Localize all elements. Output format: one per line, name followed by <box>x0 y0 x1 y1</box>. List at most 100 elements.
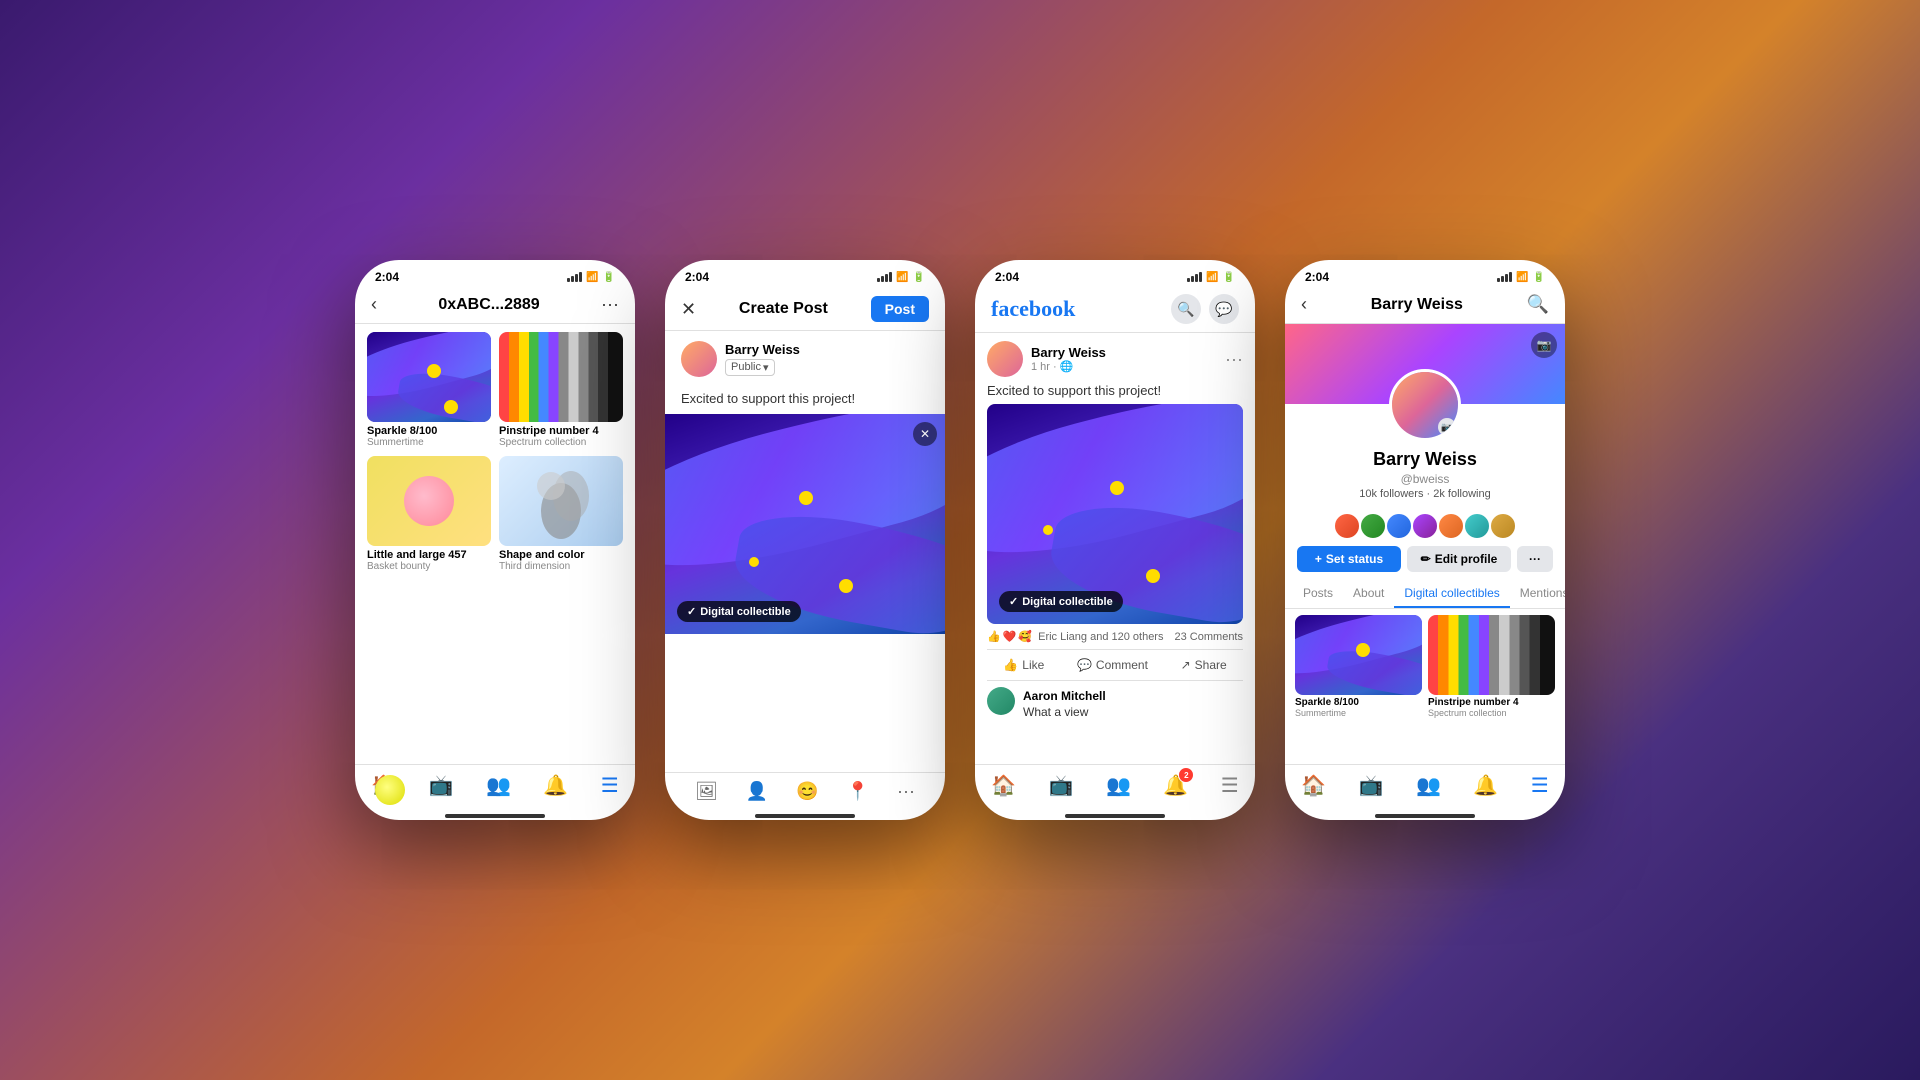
badge-label-2: Digital collectible <box>700 606 790 618</box>
home-indicator-2 <box>755 814 855 818</box>
footer-menu-4[interactable]: ☰ <box>1531 773 1549 798</box>
footer-video-3[interactable]: 📺 <box>1049 773 1074 798</box>
messenger-button-3[interactable]: 💬 <box>1209 294 1239 324</box>
footer-bell-1[interactable]: 🔔 <box>543 773 568 798</box>
feed-post-image: ✓ Digital collectible <box>987 404 1243 624</box>
nft-item-3d[interactable]: Shape and color Third dimension <box>499 456 623 572</box>
fb-feed-content: Barry Weiss 1 hr · 🌐 ··· Excited to supp… <box>975 333 1255 764</box>
nft-pinstripe-subtitle: Spectrum collection <box>499 437 623 448</box>
share-button[interactable]: ↗ Share <box>1173 654 1235 676</box>
status-bar-4: 2:04 📶 🔋 <box>1285 260 1565 288</box>
status-icons-4: 📶 🔋 <box>1497 272 1545 283</box>
location-button[interactable]: 📍 <box>847 781 869 802</box>
post-author: Barry Weiss Public ▾ <box>665 331 945 387</box>
comment-icon: 💬 <box>1077 658 1092 672</box>
reaction-icons: 👍 ❤️ 🥰 Eric Liang and 120 others <box>987 630 1163 643</box>
footer-home-3[interactable]: 🏠 <box>991 773 1016 798</box>
phone-create-post: 2:04 📶 🔋 ✕ Create Post Post Barry Weiss … <box>665 260 945 820</box>
footer-home-4[interactable]: 🏠 <box>1301 773 1326 798</box>
footer-video-1[interactable]: 📺 <box>429 773 454 798</box>
nft-item-basket[interactable]: Little and large 457 Basket bounty <box>367 456 491 572</box>
footer-groups-4[interactable]: 👥 <box>1416 773 1441 798</box>
tab-digital-collectibles[interactable]: Digital collectibles <box>1394 580 1509 608</box>
back-button-1[interactable]: ‹ <box>371 294 377 315</box>
nft-grid: Sparkle 8/100 Summertime Pinstripe numbe… <box>355 324 635 580</box>
set-status-label: Set status <box>1326 552 1383 566</box>
battery-icon-3: 🔋 <box>1223 272 1235 283</box>
image-close-button[interactable]: ✕ <box>913 422 937 446</box>
feed-more-button[interactable]: ··· <box>1225 349 1243 370</box>
footer-video-4[interactable]: 📺 <box>1359 773 1384 798</box>
post-button[interactable]: Post <box>871 296 929 322</box>
close-button-2[interactable]: ✕ <box>681 299 696 320</box>
tab-mentions[interactable]: Mentions <box>1510 580 1565 608</box>
avatar-camera-icon[interactable]: 📷 <box>1438 418 1456 436</box>
footer-menu-3[interactable]: ☰ <box>1221 773 1239 798</box>
facebook-logo: facebook <box>991 296 1075 322</box>
create-post-content: Barry Weiss Public ▾ Excited to support … <box>665 331 945 772</box>
status-bar-1: 2:04 📶 🔋 <box>355 260 635 288</box>
share-icon: ↗ <box>1181 658 1191 672</box>
footer-bell-4[interactable]: 🔔 <box>1473 773 1498 798</box>
like-button[interactable]: 👍 Like <box>995 654 1052 676</box>
wifi-icon-1: 📶 <box>586 272 598 283</box>
footer-groups-1[interactable]: 👥 <box>486 773 511 798</box>
comment-button[interactable]: 💬 Comment <box>1069 654 1156 676</box>
feed-action-buttons: 👍 Like 💬 Comment ↗ Share <box>987 650 1243 681</box>
nft-item-pinstripe[interactable]: Pinstripe number 4 Spectrum collection <box>499 332 623 448</box>
edit-profile-label: Edit profile <box>1435 552 1498 566</box>
comment-label: Comment <box>1096 658 1148 672</box>
fb-feed-header: facebook 🔍 💬 <box>975 288 1255 333</box>
feed-author-avatar <box>987 341 1023 377</box>
audience-badge[interactable]: Public ▾ <box>725 359 775 376</box>
more-button-1[interactable]: ··· <box>601 294 619 315</box>
more-options-button[interactable]: ··· <box>897 781 915 802</box>
feed-post-text: Excited to support this project! <box>987 383 1243 398</box>
status-icons-3: 📶 🔋 <box>1187 272 1235 283</box>
follower-avatar-5 <box>1437 512 1465 540</box>
photo-button[interactable]: 🖼 <box>695 781 718 802</box>
followers-count: 10k followers <box>1359 488 1423 500</box>
footer-groups-3[interactable]: 👥 <box>1106 773 1131 798</box>
profile-nft-thumb-sparkle <box>1295 615 1422 695</box>
footer-menu-1[interactable]: ☰ <box>601 773 619 798</box>
follower-avatar-4 <box>1411 512 1439 540</box>
emoji-button[interactable]: 😊 <box>796 781 818 802</box>
tab-about[interactable]: About <box>1343 580 1394 608</box>
tab-posts[interactable]: Posts <box>1293 580 1343 608</box>
reactions-text: Eric Liang and 120 others <box>1038 631 1163 643</box>
edit-profile-button[interactable]: ✏ Edit profile <box>1407 546 1511 572</box>
status-time-3: 2:04 <box>995 270 1019 284</box>
following-count: 2k following <box>1433 488 1490 500</box>
profile-stats: 10k followers · 2k following <box>1301 488 1549 500</box>
back-button-4[interactable]: ‹ <box>1301 294 1307 315</box>
profile-tabs: Posts About Digital collectibles Mention… <box>1285 580 1565 609</box>
profile-info: Barry Weiss @bweiss 10k followers · 2k f… <box>1285 441 1565 506</box>
tag-button[interactable]: 👤 <box>746 781 768 802</box>
home-indicator-1 <box>445 814 545 818</box>
nft-item-sparkle[interactable]: Sparkle 8/100 Summertime <box>367 332 491 448</box>
digital-collectible-badge-3: ✓ Digital collectible <box>999 591 1123 612</box>
profile-nft-pinstripe[interactable]: Pinstripe number 4 Spectrum collection <box>1428 615 1555 718</box>
phone-facebook-feed: 2:04 📶 🔋 facebook 🔍 💬 Barry Weiss 1 hr ·… <box>975 260 1255 820</box>
feed-post-info: Barry Weiss 1 hr · 🌐 <box>1031 345 1217 373</box>
nft-thumb-sparkle <box>367 332 491 422</box>
nft-basket-title: Little and large 457 <box>367 549 491 561</box>
care-reaction: 🥰 <box>1018 630 1032 643</box>
profile-header-name: Barry Weiss <box>1371 296 1463 314</box>
cover-camera-icon[interactable]: 📷 <box>1531 332 1557 358</box>
like-reaction: 👍 <box>987 630 1001 643</box>
footer-bell-3[interactable]: 🔔 <box>1163 773 1188 798</box>
like-icon: 👍 <box>1003 658 1018 672</box>
status-time-4: 2:04 <box>1305 270 1329 284</box>
search-button-4[interactable]: 🔍 <box>1527 294 1549 315</box>
set-status-button[interactable]: + Set status <box>1297 546 1401 572</box>
profile-content: 📷 📷 Barry Weiss @bweiss 10k followers · … <box>1285 324 1565 764</box>
profile-nft-sparkle[interactable]: Sparkle 8/100 Summertime <box>1295 615 1422 718</box>
post-text-input[interactable]: Excited to support this project! <box>665 387 945 414</box>
search-button-3[interactable]: 🔍 <box>1171 294 1201 324</box>
profile-more-button[interactable]: ··· <box>1517 546 1553 572</box>
status-icons-2: 📶 🔋 <box>877 272 925 283</box>
status-icons-1: 📶 🔋 <box>567 272 615 283</box>
checkmark-icon-3: ✓ <box>1009 595 1018 608</box>
